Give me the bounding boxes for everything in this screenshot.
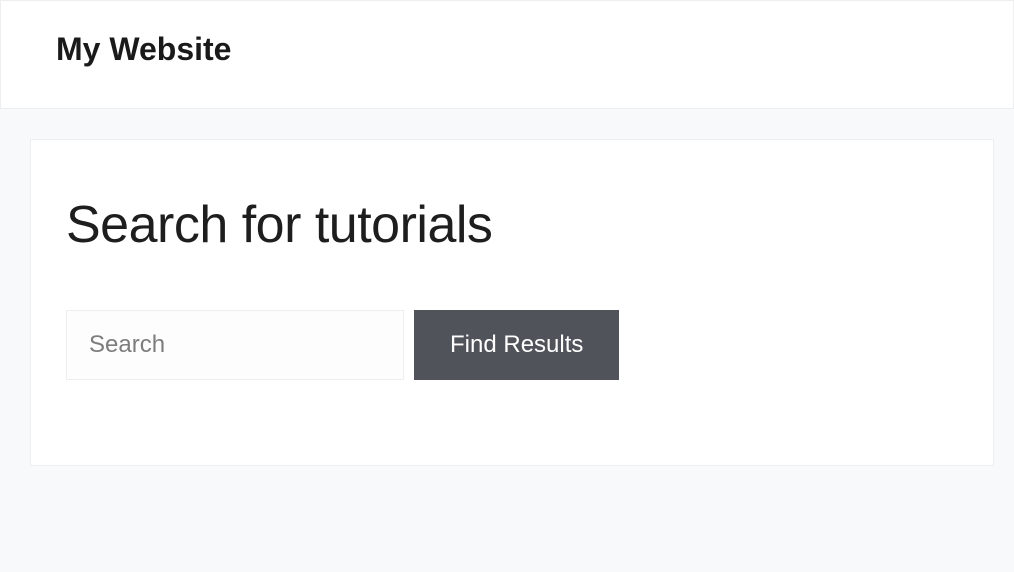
search-card: Search for tutorials Find Results xyxy=(30,139,994,466)
search-form: Find Results xyxy=(66,310,958,380)
search-input[interactable] xyxy=(66,310,404,380)
find-results-button[interactable]: Find Results xyxy=(414,310,619,380)
page-heading: Search for tutorials xyxy=(66,195,958,255)
page-body: Search for tutorials Find Results xyxy=(0,109,1014,496)
site-title: My Website xyxy=(56,31,958,68)
site-header: My Website xyxy=(0,0,1014,109)
